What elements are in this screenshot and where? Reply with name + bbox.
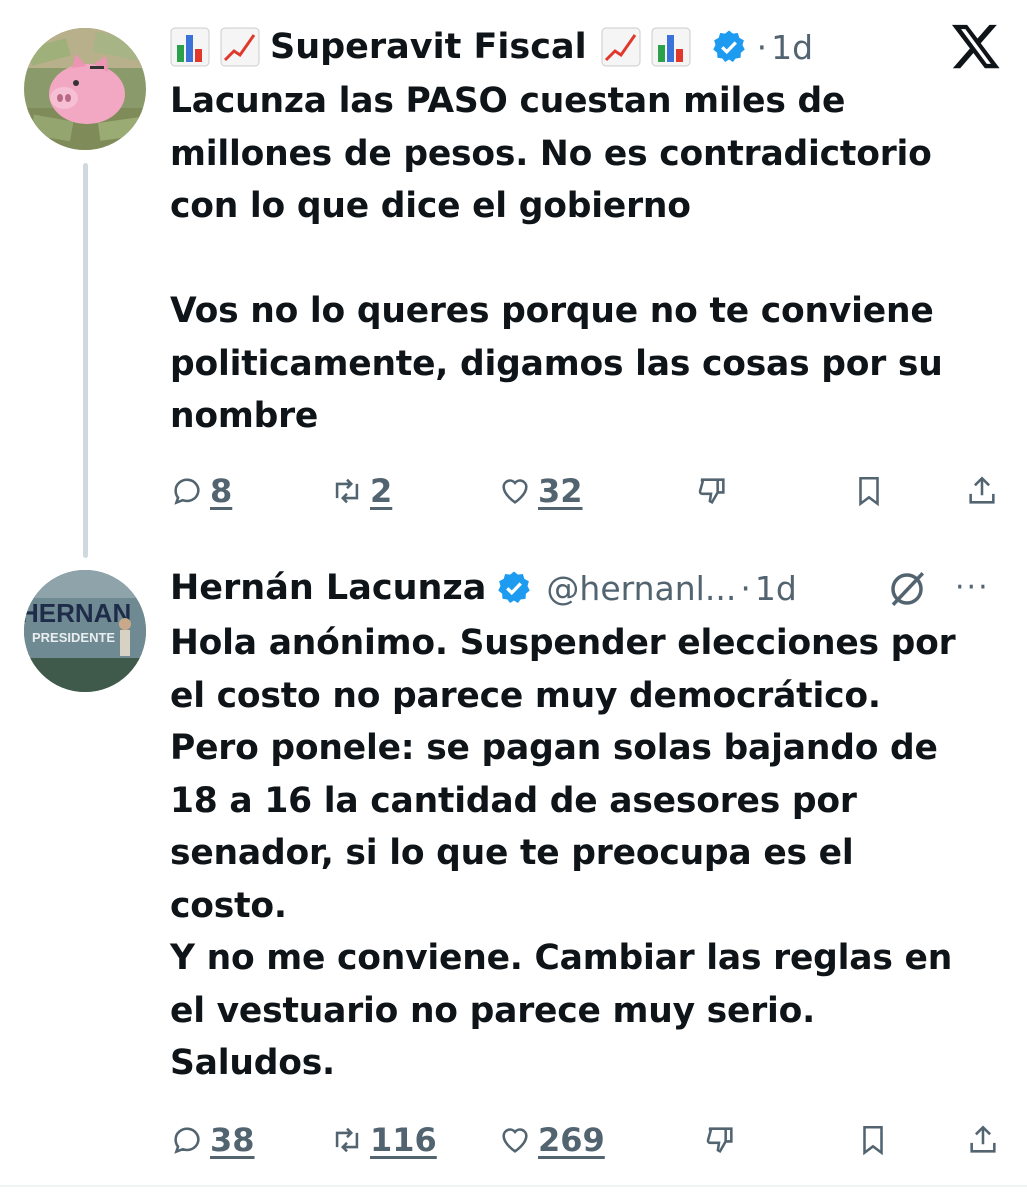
tweet-header: Superavit Fiscal · 1d [170, 22, 813, 72]
verified-badge-icon [712, 30, 745, 62]
x-logo-icon [951, 24, 1000, 69]
bookmark-icon [863, 1125, 883, 1156]
repost-icon [335, 478, 359, 504]
tweet-text: Lacunza las PASO cuestan miles de millon… [170, 81, 943, 436]
share-icon [969, 476, 995, 504]
tweet-actions: 38 116 269 [170, 1118, 1000, 1162]
like-count: 269 [538, 1121, 605, 1159]
grok-icon[interactable] [886, 568, 928, 610]
downvote-button[interactable] [703, 1118, 737, 1162]
heart-icon [502, 1128, 528, 1153]
timestamp[interactable]: 1d [771, 28, 813, 67]
reply-count: 38 [210, 1121, 255, 1159]
thumbs-down-icon [698, 478, 725, 505]
like-count: 32 [538, 472, 583, 510]
avatar-text-line1: HERNAN [24, 598, 131, 628]
bottom-divider [0, 1185, 1027, 1187]
separator-dot: · [756, 27, 768, 67]
like-button[interactable]: 269 [498, 1118, 605, 1162]
reply-count: 8 [210, 472, 233, 510]
avatar-superavit-fiscal[interactable] [24, 28, 146, 150]
bookmark-button[interactable] [852, 469, 886, 513]
tweet-text: Hola anónimo. Suspender elecciones por e… [170, 623, 956, 1083]
tweet-actions: 8 2 32 [170, 469, 1000, 513]
downvote-button[interactable] [695, 469, 729, 513]
repost-icon [335, 1127, 359, 1153]
reply-icon [174, 1127, 200, 1154]
timestamp[interactable]: 1d [755, 569, 797, 608]
bar-chart-icon [170, 27, 210, 67]
like-button[interactable]: 32 [498, 469, 583, 513]
thumbs-down-icon [706, 1127, 733, 1154]
repost-count: 116 [370, 1121, 437, 1159]
heart-icon [502, 479, 528, 504]
separator-dot: · [740, 568, 751, 608]
repost-button[interactable]: 2 [330, 469, 392, 513]
tweet-header: Hernán Lacunza @hernanl... · 1d [170, 563, 797, 613]
more-options-button[interactable]: ··· [955, 570, 990, 605]
avatar-text-line2: PRESIDENTE [32, 630, 115, 645]
reply-button[interactable]: 8 [170, 469, 232, 513]
bar-chart-icon [651, 27, 691, 67]
share-icon [970, 1125, 996, 1153]
bookmark-button[interactable] [856, 1118, 890, 1162]
repost-button[interactable]: 116 [330, 1118, 437, 1162]
bookmark-icon [859, 476, 879, 507]
user-handle[interactable]: @hernanl... [546, 569, 736, 608]
thread-connector-line [83, 163, 88, 558]
verified-badge-icon [498, 571, 531, 603]
display-name[interactable]: Superavit Fiscal [270, 27, 587, 67]
chart-increasing-icon [220, 27, 260, 67]
reply-button[interactable]: 38 [170, 1118, 255, 1162]
share-button[interactable] [965, 469, 999, 513]
chart-increasing-icon [601, 27, 641, 67]
repost-count: 2 [370, 472, 393, 510]
reply-icon [174, 478, 200, 505]
display-name[interactable]: Hernán Lacunza [170, 568, 486, 608]
avatar-hernan-lacunza[interactable]: HERNAN PRESIDENTE [24, 570, 146, 692]
share-button[interactable] [966, 1118, 1000, 1162]
